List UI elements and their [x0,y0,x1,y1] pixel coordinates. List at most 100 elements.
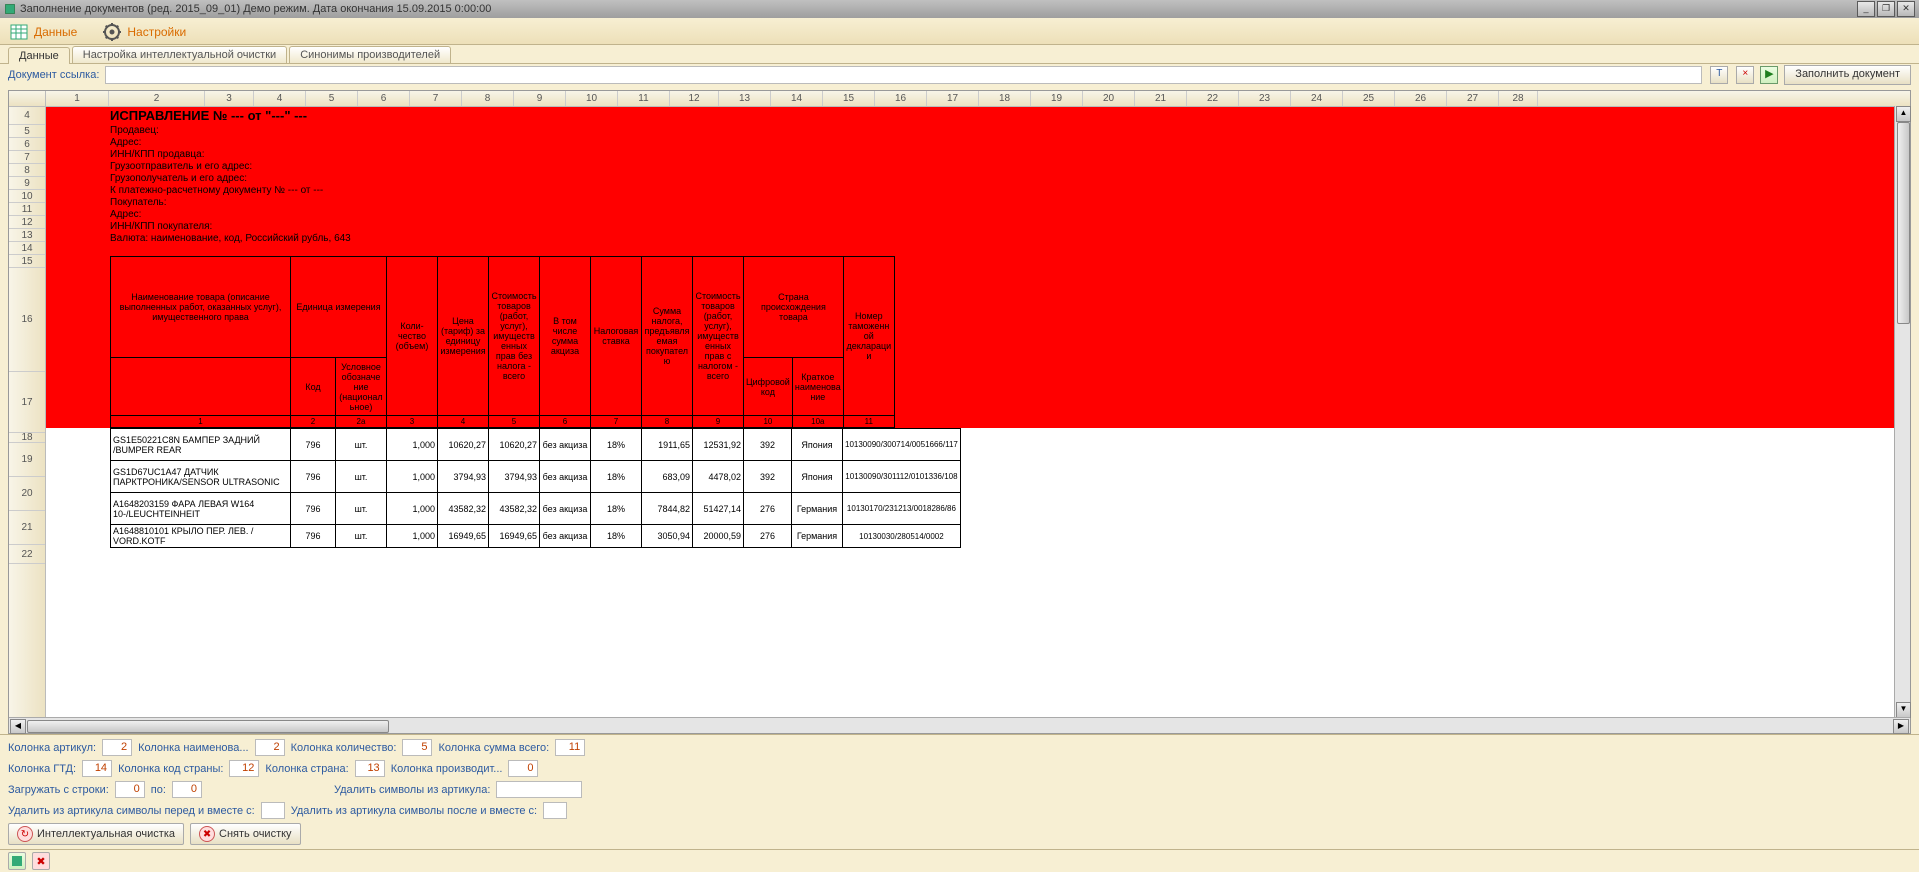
load-from-input[interactable]: 0 [115,781,145,798]
column-header[interactable]: 9 [514,91,566,106]
clear-clean-button[interactable]: ✖ Снять очистку [190,823,301,845]
status-save-icon[interactable] [8,852,26,870]
status-close-icon[interactable]: ✖ [32,852,50,870]
document-link-input[interactable] [105,66,1702,84]
clear-button[interactable]: × [1736,66,1754,84]
column-header[interactable]: 14 [771,91,823,106]
table-row[interactable]: GS1E50221C8N БАМПЕР ЗАДНИЙ /BUMPER REAR7… [111,429,961,461]
load-to-input[interactable]: 0 [172,781,202,798]
row-header[interactable]: 13 [9,229,45,242]
minimize-button[interactable]: _ [1857,1,1875,17]
column-header[interactable]: 21 [1135,91,1187,106]
column-header[interactable]: 27 [1447,91,1499,106]
column-header[interactable]: 10 [566,91,618,106]
tab-data[interactable]: Данные [8,47,70,64]
fill-document-button[interactable]: Заполнить документ [1784,65,1911,85]
scroll-right-arrow[interactable]: ▶ [1893,719,1909,734]
strip-chars-input[interactable] [496,781,582,798]
ribbon-tab-data[interactable]: Данные [8,20,83,44]
column-header[interactable]: 15 [823,91,875,106]
column-header[interactable]: 25 [1343,91,1395,106]
row-header[interactable]: 5 [9,125,45,138]
invoice-line: ИНН/КПП покупателя: [110,221,212,232]
app-icon [4,3,16,15]
col-country-input[interactable]: 13 [355,760,385,777]
column-header[interactable]: 19 [1031,91,1083,106]
column-header[interactable]: 11 [618,91,670,106]
horizontal-scrollbar[interactable]: ◀ ▶ [9,717,1910,733]
col-gtd-input[interactable]: 14 [82,760,112,777]
column-header[interactable]: 12 [670,91,719,106]
table-row[interactable]: GS1D67UC1A47 ДАТЧИК ПАРКТРОНИКА/SENSOR U… [111,461,961,493]
vertical-scrollbar[interactable]: ▲ ▼ [1894,106,1910,718]
ribbon-tab-label: Данные [34,25,77,39]
row-header[interactable]: 8 [9,164,45,177]
column-header[interactable]: 2 [109,91,205,106]
tab-intel-clean[interactable]: Настройка интеллектуальной очистки [72,46,287,63]
col-manuf-label: Колонка производит... [391,763,503,775]
row-header[interactable]: 11 [9,203,45,216]
scroll-left-arrow[interactable]: ◀ [10,719,26,734]
invoice-data-table: GS1E50221C8N БАМПЕР ЗАДНИЙ /BUMPER REAR7… [110,428,961,548]
row-header[interactable]: 7 [9,151,45,164]
row-header[interactable]: 17 [9,372,45,433]
column-header[interactable]: 22 [1187,91,1239,106]
hscroll-thumb[interactable] [27,720,389,733]
row-header[interactable]: 12 [9,216,45,229]
row-header[interactable]: 18 [9,433,45,443]
column-header[interactable]: 18 [979,91,1031,106]
row-header[interactable]: 20 [9,477,45,511]
row-header[interactable]: 16 [9,268,45,372]
strip-after-input[interactable] [543,802,567,819]
text-mode-button[interactable]: T [1710,66,1728,84]
column-header[interactable]: 3 [205,91,254,106]
column-header[interactable]: 13 [719,91,771,106]
row-header[interactable]: 6 [9,138,45,151]
column-header[interactable]: 6 [358,91,410,106]
column-header[interactable]: 5 [306,91,358,106]
restore-button[interactable]: ❐ [1877,1,1895,17]
table-row[interactable]: A1648810101 КРЫЛО ПЕР. ЛЕВ. / VORD.KOTF7… [111,525,961,548]
row-header[interactable]: 10 [9,190,45,203]
strip-before-input[interactable] [261,802,285,819]
column-header[interactable]: 16 [875,91,927,106]
close-button[interactable]: ✕ [1897,1,1915,17]
row-header[interactable]: 9 [9,177,45,190]
vscroll-thumb[interactable] [1897,122,1910,324]
row-header[interactable]: 21 [9,511,45,545]
column-header[interactable]: 26 [1395,91,1447,106]
col-manuf-input[interactable]: 0 [508,760,538,777]
table-row[interactable]: A1648203159 ФАРА ЛЕВАЯ W164 10-/LEUCHTEI… [111,493,961,525]
scroll-down-arrow[interactable]: ▼ [1896,702,1911,718]
col-sum-input[interactable]: 11 [555,739,585,756]
col-qty-label: Колонка количество: [291,742,397,754]
tab-synonyms[interactable]: Синонимы производителей [289,46,451,63]
row-header[interactable]: 19 [9,443,45,477]
ribbon-tab-settings[interactable]: Настройки [101,20,192,44]
gear-icon [103,23,121,41]
column-header[interactable]: 23 [1239,91,1291,106]
column-header[interactable]: 7 [410,91,462,106]
column-header[interactable]: 17 [927,91,979,106]
intel-clean-button[interactable]: ↻ Интеллектуальная очистка [8,823,184,845]
row-header[interactable]: 22 [9,545,45,564]
column-header[interactable]: 28 [1499,91,1538,106]
titlebar-text: Заполнение документов (ред. 2015_09_01) … [20,3,491,15]
col-qty-input[interactable]: 5 [402,739,432,756]
col-article-input[interactable]: 2 [102,739,132,756]
scroll-up-arrow[interactable]: ▲ [1896,106,1911,122]
row-header[interactable]: 14 [9,242,45,255]
row-header[interactable]: 15 [9,255,45,268]
col-ccode-input[interactable]: 12 [229,760,259,777]
run-button[interactable]: ▶ [1760,66,1778,84]
spreadsheet: 1234567891011121314151617181920212223242… [8,90,1911,734]
row-header[interactable]: 4 [9,107,45,125]
column-header[interactable]: 4 [254,91,306,106]
column-header[interactable]: 24 [1291,91,1343,106]
invoice-line: Валюта: наименование, код, Российский ру… [110,233,351,244]
column-header[interactable]: 1 [46,91,109,106]
col-name-input[interactable]: 2 [255,739,285,756]
cells-area[interactable]: ИСПРАВЛЕНИЕ № --- от "---" ---Продавец:А… [46,107,1910,717]
column-header[interactable]: 8 [462,91,514,106]
column-header[interactable]: 20 [1083,91,1135,106]
